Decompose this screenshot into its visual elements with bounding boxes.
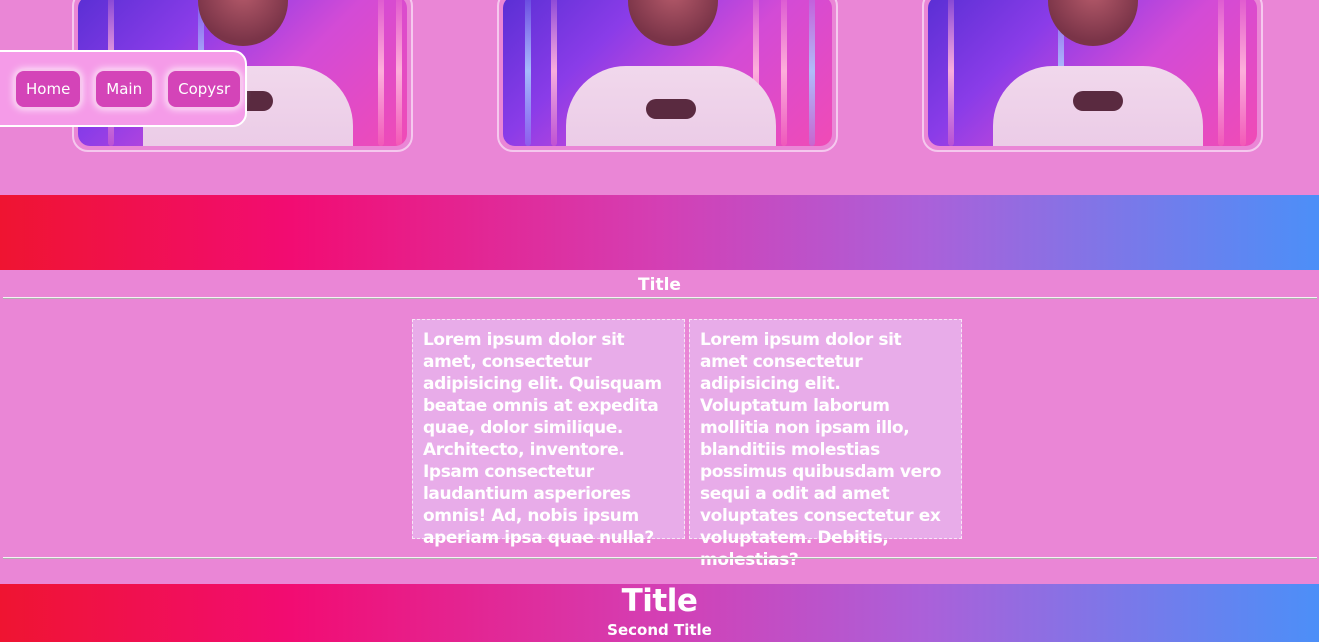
- nav-main-button[interactable]: Main: [94, 68, 155, 109]
- gallery-photo-2: [497, 0, 838, 152]
- nav-home-button[interactable]: Home: [14, 68, 83, 109]
- text-column-1: Lorem ipsum dolor sit amet, consectetur …: [412, 319, 685, 548]
- footer-title: Title: [621, 583, 698, 619]
- neon-portrait-image: [928, 0, 1257, 146]
- gallery-photo-3: [922, 0, 1263, 152]
- nav-panel: Home Main Copysr: [0, 50, 247, 127]
- neon-portrait-image: [503, 0, 832, 146]
- nav-copysr-button[interactable]: Copysr: [166, 68, 243, 109]
- divider: [3, 557, 1317, 559]
- divider: [3, 297, 1317, 299]
- gradient-banner: [0, 195, 1319, 270]
- text-column-2: Lorem ipsum dolor sit amet consectetur a…: [689, 319, 962, 570]
- section-title: Title: [638, 275, 681, 295]
- footer-subtitle: Second Title: [607, 621, 712, 639]
